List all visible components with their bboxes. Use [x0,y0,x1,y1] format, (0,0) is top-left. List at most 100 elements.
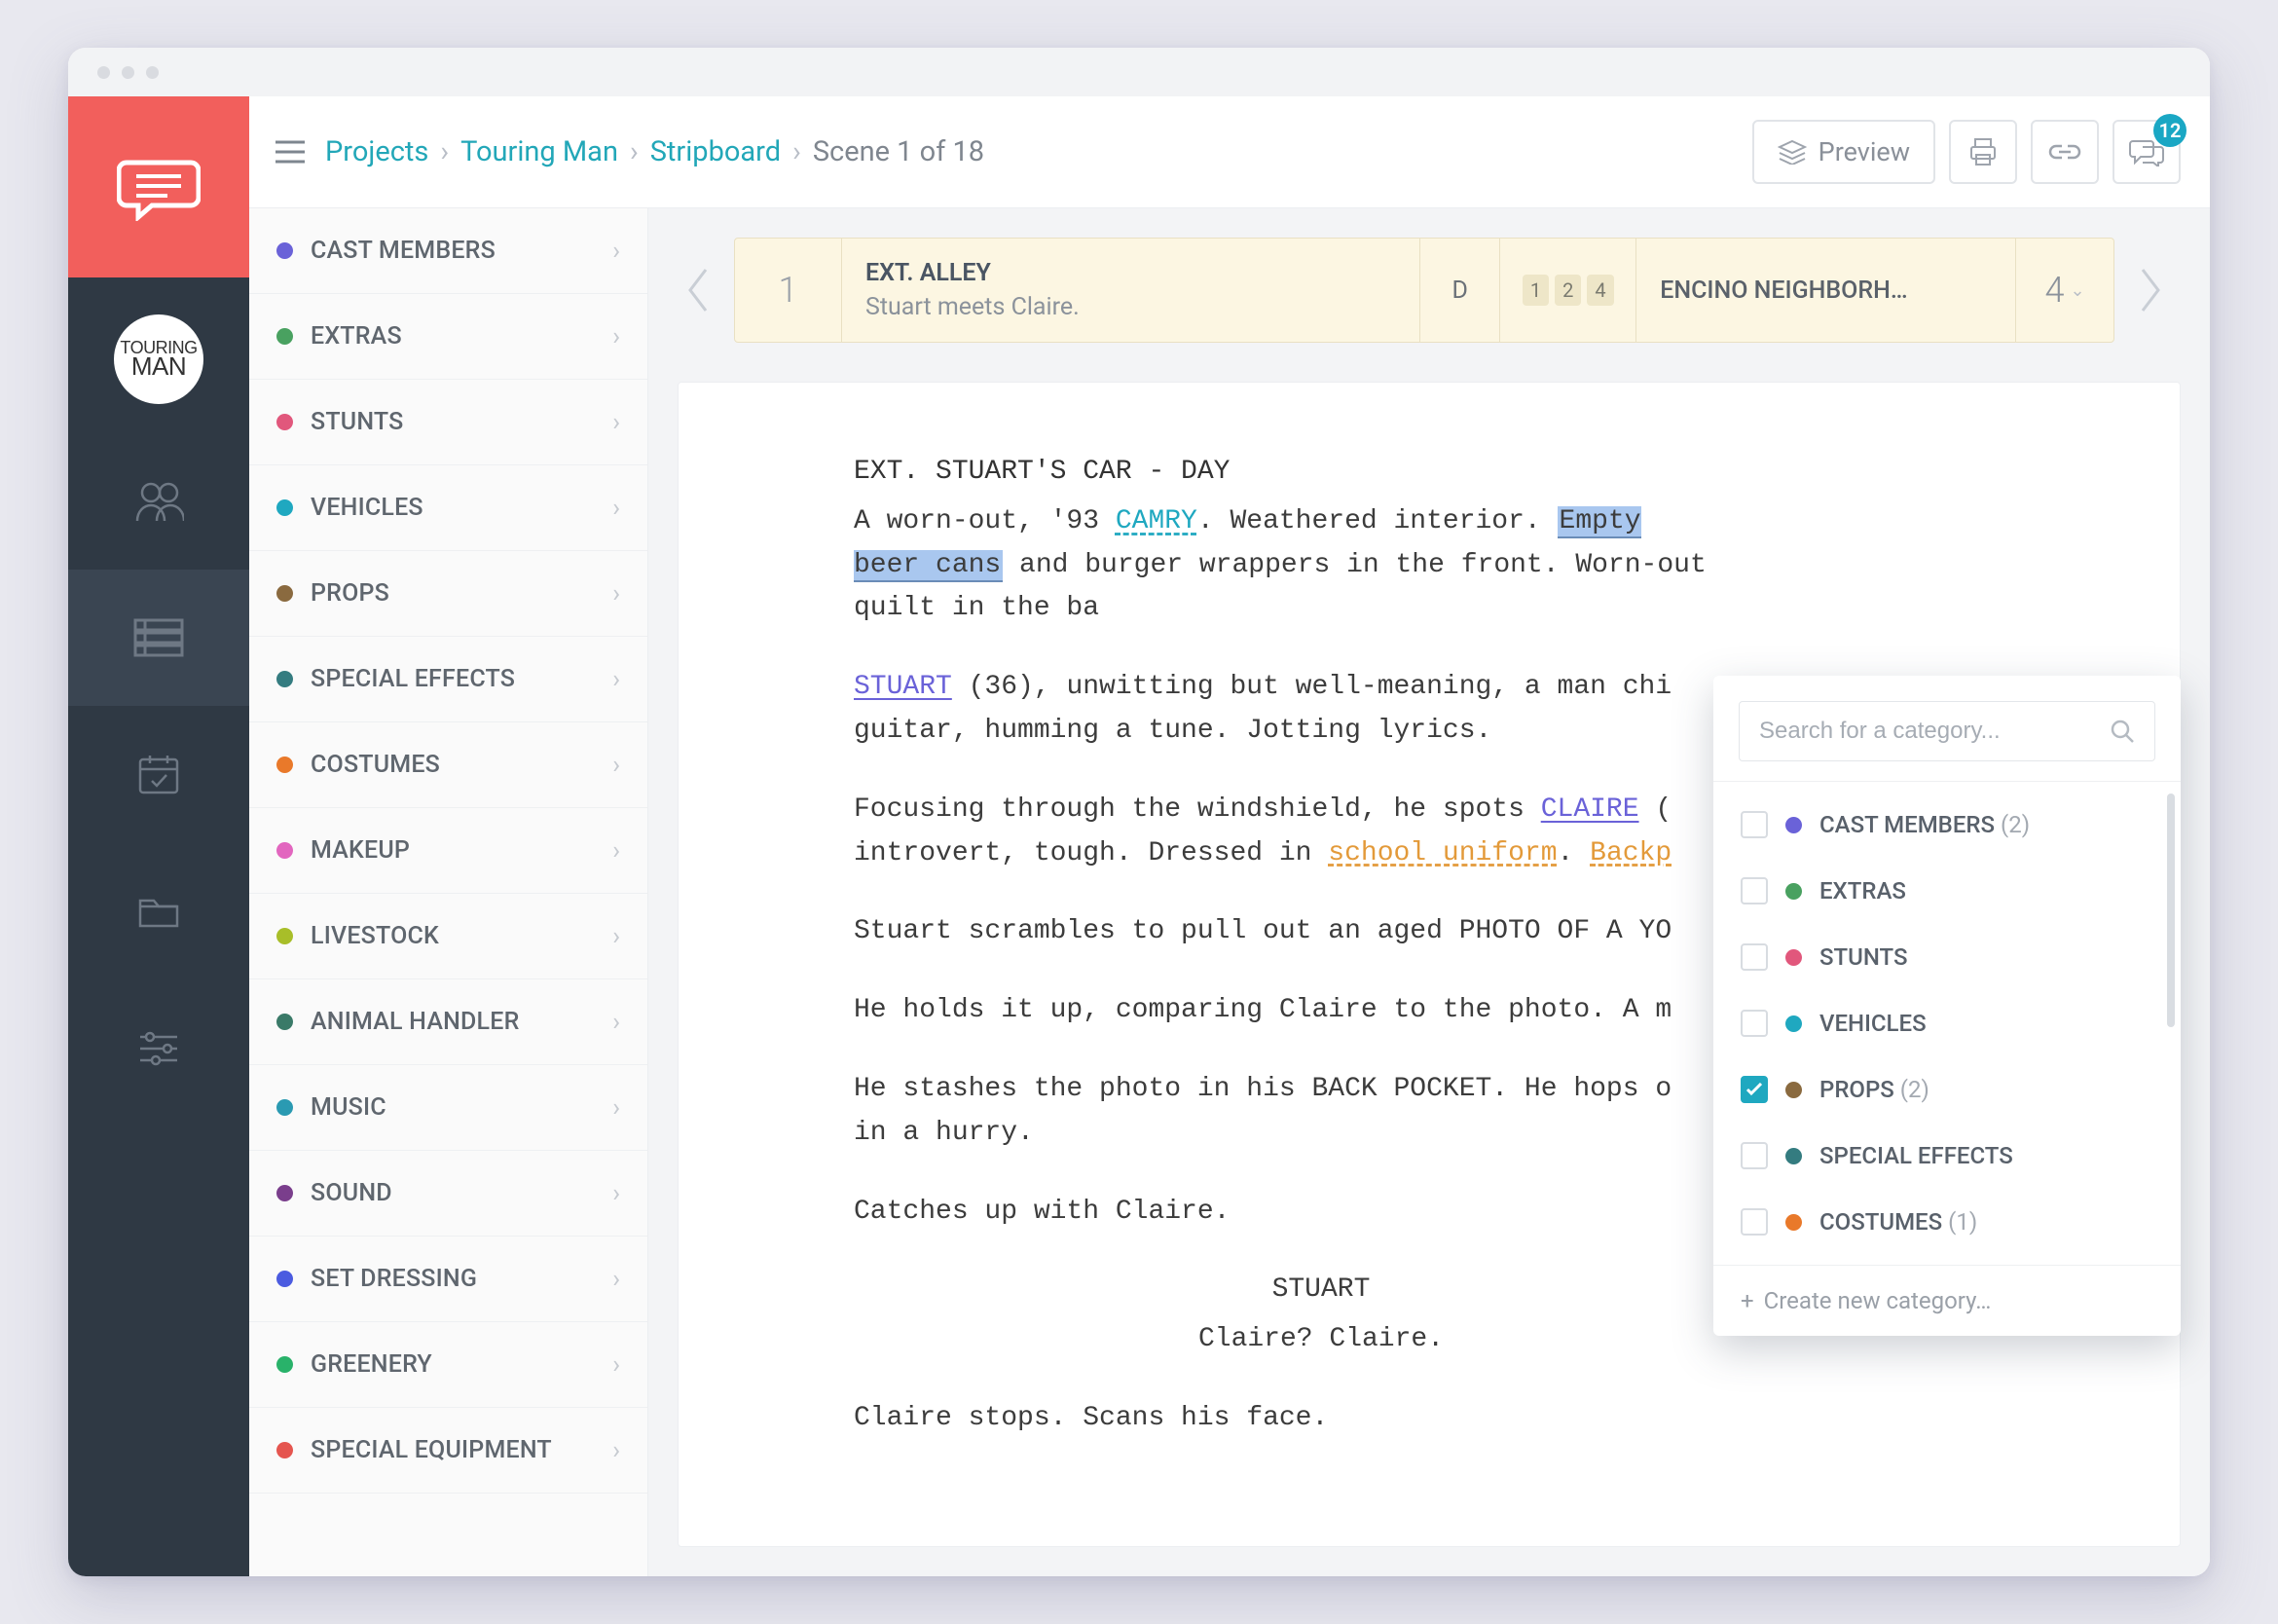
category-item[interactable]: GREENERY› [249,1322,647,1408]
folder-icon [136,891,181,930]
tag-cast[interactable]: STUART [854,672,952,702]
category-item[interactable]: MUSIC › [249,1065,647,1151]
nav-files[interactable] [68,842,249,978]
popover-category-row[interactable]: EXTRAS [1713,858,2181,924]
color-swatch [276,328,293,345]
project-badge[interactable]: TOURING MAN [114,314,203,404]
color-swatch [1785,1082,1802,1098]
app-logo[interactable] [68,96,249,277]
tag-costume[interactable]: Backp [1590,838,1672,868]
checkbox[interactable] [1741,1010,1768,1037]
script-paragraph: STUART (36), unwitting but well-meaning,… [854,666,1710,754]
menu-button[interactable] [269,130,312,173]
category-item[interactable]: CAST MEMBERS› [249,208,647,294]
chevron-right-icon: › [440,135,449,168]
category-item[interactable]: LIVESTOCK› [249,894,647,979]
category-popover: CAST MEMBERS (2)EXTRASSTUNTSVEHICLESPROP… [1713,676,2181,1336]
tag-costume[interactable]: school uniform [1328,838,1557,868]
category-label: MUSIC [311,1093,595,1122]
tag-cast[interactable]: CLAIRE [1541,794,1639,825]
category-item[interactable]: MAKEUP› [249,808,647,894]
category-label: SOUND [311,1179,595,1207]
popover-category-row[interactable]: PROPS (2) [1713,1056,2181,1123]
strip-pages[interactable]: 4 ⌄ [2016,239,2113,342]
print-button[interactable] [1949,120,2017,184]
category-item[interactable]: SPECIAL EQUIPMENT › [249,1408,647,1494]
chat-bubble-icon [117,153,201,221]
popover-category-row[interactable]: STUNTS [1713,924,2181,990]
strip-scene-title: EXT. ALLEY [865,259,991,287]
chevron-right-icon: › [612,1093,620,1123]
popover-category-row[interactable]: VEHICLES [1713,990,2181,1056]
category-search-input[interactable] [1759,718,2110,745]
checkbox[interactable] [1741,877,1768,904]
nav-settings[interactable] [68,978,249,1115]
category-item[interactable]: SOUND› [249,1151,647,1236]
category-count: (2) [2001,811,2030,838]
color-swatch [276,1099,293,1116]
chevron-right-icon: › [612,1436,620,1465]
checkbox[interactable] [1741,1208,1768,1236]
scrollbar[interactable] [2167,794,2175,1027]
checkbox[interactable] [1741,811,1768,838]
category-item[interactable]: PROPS› [249,551,647,637]
chevron-right-icon: › [612,836,620,866]
traffic-light-dot[interactable] [122,66,134,79]
breadcrumb-current: Scene 1 of 18 [813,135,984,168]
popover-category-row[interactable]: CAST MEMBERS (2) [1713,792,2181,858]
people-icon [133,480,184,523]
strip-tod: D [1420,239,1500,342]
traffic-light-dot[interactable] [146,66,159,79]
sliders-icon [136,1027,181,1066]
color-swatch [276,585,293,602]
category-item[interactable]: ANIMAL HANDLER› [249,979,647,1065]
category-item[interactable]: VEHICLES› [249,465,647,551]
category-item[interactable]: SPECIAL EFFECTS› [249,637,647,722]
layers-icon [1778,139,1807,165]
checkbox[interactable] [1741,943,1768,971]
category-label: COSTUMES [311,751,595,779]
category-label: SPECIAL EQUIPMENT [311,1436,595,1464]
nav-people[interactable] [68,433,249,570]
category-label: SPECIAL EFFECTS [311,665,595,693]
category-item[interactable]: SET DRESSING› [249,1236,647,1322]
breadcrumb-project[interactable]: Touring Man [460,135,618,168]
chevron-left-icon [682,264,712,316]
category-label: SET DRESSING [311,1265,595,1293]
category-item[interactable]: COSTUMES › [249,722,647,808]
create-category-button[interactable]: + Create new category… [1713,1265,2181,1336]
nav-stripboard[interactable] [68,570,249,706]
comments-button[interactable]: 12 [2113,120,2181,184]
hamburger-icon [274,139,307,165]
script-paragraph: Stuart scrambles to pull out an aged PHO… [854,910,1710,954]
prev-scene-button[interactable] [668,238,726,343]
rail-nav [68,433,249,1115]
next-scene-button[interactable] [2122,238,2181,343]
traffic-light-dot[interactable] [97,66,110,79]
script-paragraph: A worn-out, '93 CAMRY. Weathered interio… [854,500,1710,631]
script-paragraph: He holds it up, comparing Claire to the … [854,989,1710,1033]
chevron-right-icon [2137,264,2166,316]
category-item[interactable]: STUNTS› [249,380,647,465]
category-item[interactable]: EXTRAS› [249,294,647,380]
link-button[interactable] [2031,120,2099,184]
category-count: (1) [1948,1208,1977,1236]
chevron-down-icon: ⌄ [2070,280,2084,301]
breadcrumb-projects[interactable]: Projects [325,135,428,168]
checkbox[interactable] [1741,1076,1768,1103]
tag-vehicle[interactable]: CAMRY [1116,506,1197,536]
scene-strip[interactable]: 1 EXT. ALLEY Stuart meets Claire. D 124 … [734,238,2114,343]
category-search[interactable] [1739,701,2155,761]
script-content: EXT. STUART'S CAR - DAY A worn-out, '93 … [854,451,1710,1441]
create-label: Create new category… [1764,1287,1992,1314]
breadcrumb-stripboard[interactable]: Stripboard [650,135,781,168]
checkbox[interactable] [1741,1142,1768,1169]
preview-button[interactable]: Preview [1752,120,1935,184]
popover-category-row[interactable]: COSTUMES (1) [1713,1189,2181,1255]
popover-category-row[interactable]: SPECIAL EFFECTS [1713,1123,2181,1189]
strip-cast-tags: 124 [1500,239,1636,342]
nav-calendar[interactable] [68,706,249,842]
chevron-right-icon: › [612,751,620,780]
chevron-right-icon: › [612,1008,620,1037]
workspace: 1 EXT. ALLEY Stuart meets Claire. D 124 … [648,208,2210,1576]
